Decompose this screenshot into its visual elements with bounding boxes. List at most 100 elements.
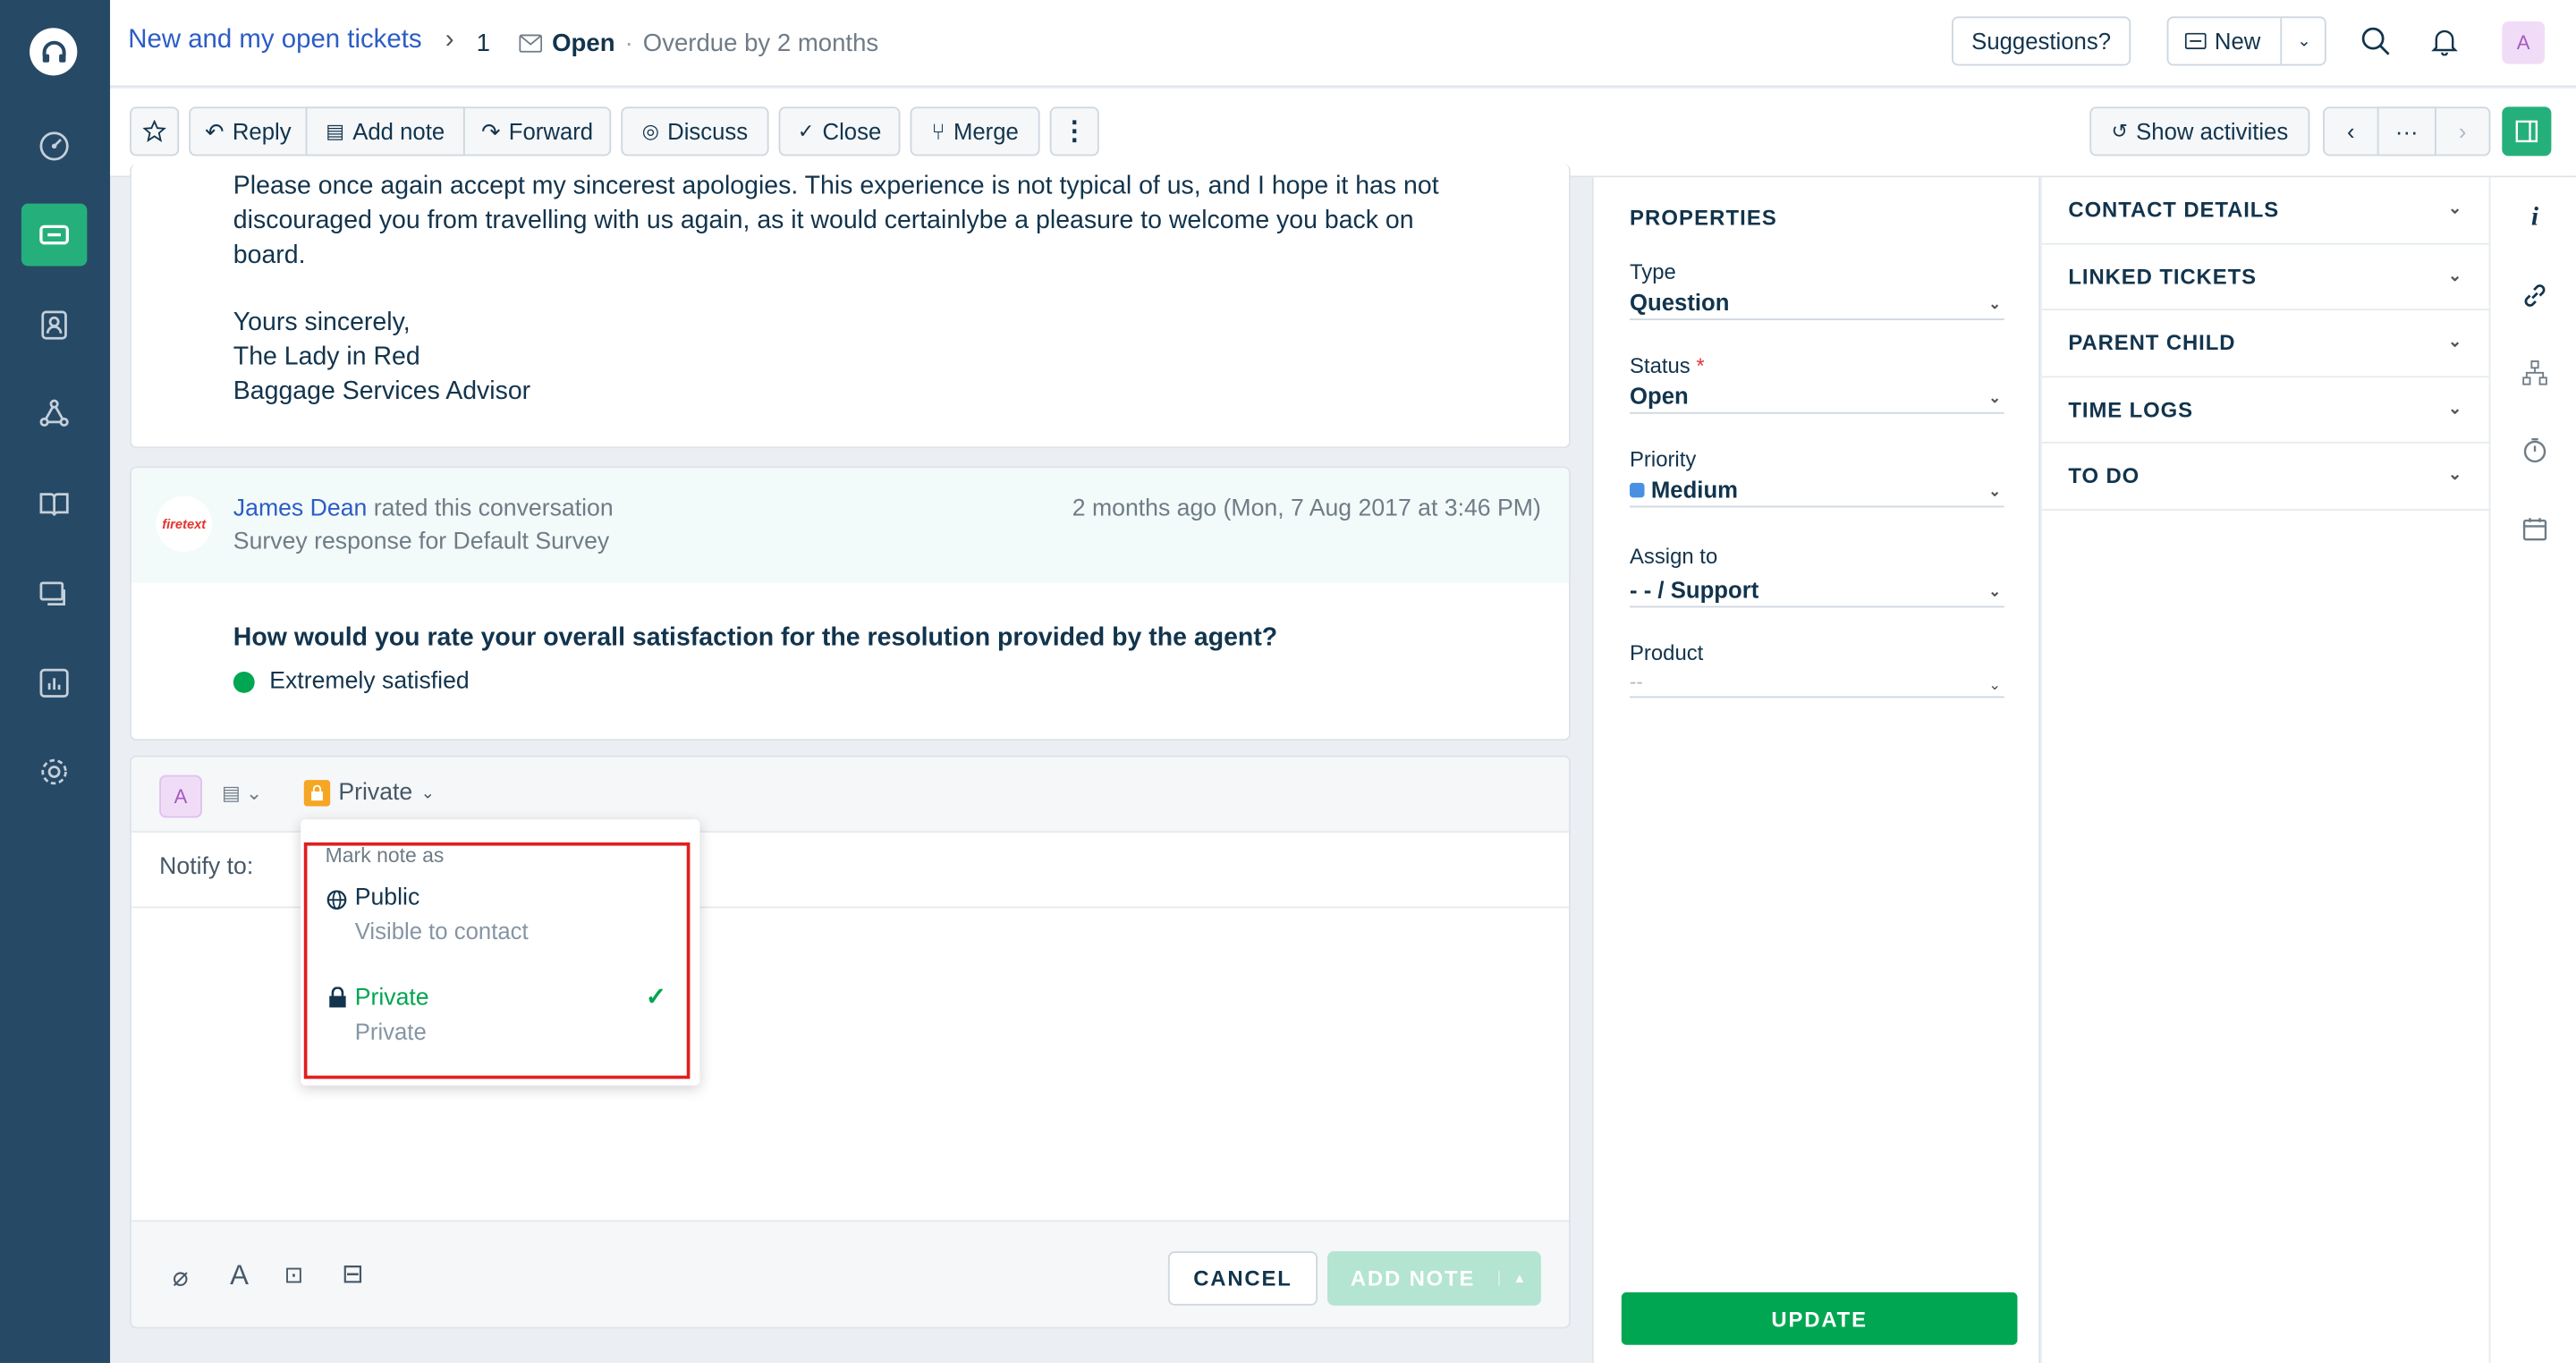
freshdesk-logo-icon[interactable] bbox=[30, 28, 78, 76]
timer-icon[interactable] bbox=[2517, 432, 2553, 468]
tickets-icon[interactable] bbox=[21, 203, 88, 267]
section-title: CONTACT DETAILS bbox=[2068, 197, 2280, 223]
breadcrumb-chevron-icon: › bbox=[445, 26, 454, 55]
overdue-text: Overdue by 2 months bbox=[642, 30, 879, 58]
close-label: Close bbox=[822, 118, 882, 145]
assign-value: - - / Support bbox=[1630, 576, 1759, 603]
section-time-logs[interactable]: TIME LOGS ⌄ bbox=[2042, 377, 2489, 444]
survey-answer-text: Extremely satisfied bbox=[269, 668, 470, 695]
product-select[interactable]: -- ⌄ bbox=[1630, 670, 2004, 698]
merge-button[interactable]: ⑂ Merge bbox=[910, 106, 1040, 157]
social-icon[interactable] bbox=[21, 383, 87, 445]
previous-ticket-button[interactable]: ‹ bbox=[2323, 106, 2379, 157]
product-label: Product bbox=[1630, 640, 1704, 665]
survey-subtitle: Survey response for Default Survey bbox=[233, 529, 610, 555]
type-select[interactable]: Question ⌄ bbox=[1630, 289, 2004, 321]
more-actions-button[interactable]: ⋮ bbox=[1049, 106, 1099, 157]
notifications-bell-icon[interactable] bbox=[2427, 23, 2462, 59]
chevron-left-icon: ‹ bbox=[2347, 118, 2355, 145]
hierarchy-icon[interactable] bbox=[2517, 355, 2553, 391]
section-contact-details[interactable]: CONTACT DETAILS ⌄ bbox=[2042, 177, 2489, 244]
show-activities-button[interactable]: ↺ Show activities bbox=[2089, 106, 2310, 157]
admin-gear-icon[interactable] bbox=[21, 741, 87, 803]
text-format-icon[interactable]: A bbox=[230, 1259, 249, 1292]
info-icon[interactable]: i bbox=[2517, 200, 2553, 236]
survey-answer: Extremely satisfied bbox=[233, 668, 470, 695]
survey-header bbox=[131, 468, 1570, 583]
section-linked-tickets[interactable]: LINKED TICKETS ⌄ bbox=[2042, 244, 2489, 311]
cancel-button[interactable]: CANCEL bbox=[1167, 1251, 1318, 1306]
left-navigation bbox=[0, 0, 111, 1363]
message-card: Please once again accept my sincerest ap… bbox=[130, 164, 1571, 449]
survey-author[interactable]: James Dean bbox=[233, 496, 368, 522]
close-button[interactable]: ✓ Close bbox=[778, 106, 901, 157]
history-icon: ↺ bbox=[2111, 120, 2128, 143]
assign-select[interactable]: - - / Support ⌄ bbox=[1630, 576, 2004, 608]
sidebar-toggle-icon bbox=[2515, 120, 2538, 143]
insert-image-icon[interactable]: ⊡ bbox=[284, 1261, 304, 1289]
chevron-down-icon: ⌄ bbox=[2447, 400, 2463, 419]
required-asterisk: * bbox=[1696, 352, 1705, 378]
add-note-button[interactable]: ▤ Add note bbox=[305, 106, 465, 157]
status-value: Open bbox=[1630, 382, 1689, 410]
forward-icon: ↷ bbox=[481, 117, 501, 144]
status-select[interactable]: Open ⌄ bbox=[1630, 383, 2004, 414]
merge-label: Merge bbox=[953, 118, 1019, 145]
next-ticket-button[interactable]: › bbox=[2434, 106, 2491, 157]
discuss-button[interactable]: ◎ Discuss bbox=[621, 106, 769, 157]
lock-badge-icon bbox=[303, 780, 331, 807]
ticket-number: 1 bbox=[476, 30, 490, 58]
survey-card: firetext James Dean rated this conversat… bbox=[130, 466, 1571, 741]
new-button[interactable]: New ⌄ bbox=[2166, 16, 2326, 66]
ticket-list-button[interactable]: ··· bbox=[2377, 106, 2436, 157]
priority-value: Medium bbox=[1650, 476, 1739, 503]
chevron-down-icon: ⌄ bbox=[1988, 295, 2002, 312]
status-label: Status * bbox=[1630, 353, 1705, 378]
search-icon[interactable] bbox=[2358, 23, 2394, 59]
section-title: LINKED TICKETS bbox=[2068, 264, 2257, 289]
chevron-down-icon: ⌄ bbox=[2447, 334, 2463, 352]
reply-button[interactable]: ↶ Reply bbox=[189, 106, 308, 157]
toggle-sidebar-button[interactable] bbox=[2502, 106, 2552, 157]
star-button[interactable] bbox=[130, 106, 180, 157]
message-body: Please once again accept my sincerest ap… bbox=[233, 169, 1547, 409]
forward-button[interactable]: ↷ Forward bbox=[462, 106, 612, 157]
contacts-icon[interactable] bbox=[21, 294, 87, 357]
attachment-icon[interactable]: ⌀ bbox=[173, 1261, 189, 1294]
caret-up-icon[interactable]: ▲ bbox=[1498, 1271, 1541, 1286]
section-parent-child[interactable]: PARENT CHILD ⌄ bbox=[2042, 310, 2489, 377]
forums-icon[interactable] bbox=[21, 563, 87, 626]
type-value: Question bbox=[1630, 289, 1730, 316]
chevron-down-icon: ⌄ bbox=[1988, 389, 2002, 406]
user-avatar[interactable]: A bbox=[2502, 21, 2546, 64]
survey-timestamp: 2 months ago (Mon, 7 Aug 2017 at 3:46 PM… bbox=[1072, 495, 1541, 522]
priority-label: Priority bbox=[1630, 446, 1697, 471]
solutions-book-icon[interactable] bbox=[21, 473, 87, 536]
agent-avatar: A bbox=[159, 775, 202, 818]
signature-line: Baggage Services Advisor bbox=[233, 377, 531, 406]
visibility-chevron-icon: ⌄ bbox=[420, 783, 435, 802]
visibility-toggle[interactable]: Private ⌄ bbox=[303, 780, 435, 807]
reply-icon: ↶ bbox=[205, 117, 225, 144]
calendar-icon[interactable] bbox=[2517, 511, 2553, 546]
solution-book-icon[interactable]: ⊟ bbox=[342, 1257, 364, 1291]
chevron-down-icon: ⌄ bbox=[1988, 582, 2002, 600]
priority-select[interactable]: Medium ⌄ bbox=[1630, 476, 2004, 508]
dashboard-icon[interactable] bbox=[21, 115, 87, 178]
more-vertical-icon: ⋮ bbox=[1061, 118, 1088, 147]
notify-label: Notify to: bbox=[159, 853, 254, 881]
add-note-submit-button[interactable]: ADD NOTE ▲ bbox=[1327, 1251, 1541, 1306]
check-circle-icon: ✓ bbox=[797, 120, 815, 143]
breadcrumb[interactable]: New and my open tickets bbox=[128, 26, 421, 55]
canned-template-icon[interactable]: ▤ ⌄ bbox=[222, 782, 262, 805]
update-button[interactable]: UPDATE bbox=[1621, 1292, 2018, 1345]
link-icon[interactable] bbox=[2517, 277, 2553, 313]
survey-question: How would you rate your overall satisfac… bbox=[233, 623, 1278, 652]
chevron-down-icon: ⌄ bbox=[1988, 482, 2002, 500]
reports-icon[interactable] bbox=[21, 652, 87, 715]
new-dropdown-chevron-icon[interactable]: ⌄ bbox=[2280, 18, 2326, 64]
section-to-do[interactable]: TO DO ⌄ bbox=[2042, 444, 2489, 511]
suggestions-button[interactable]: Suggestions? bbox=[1951, 16, 2131, 66]
survey-action: rated this conversation bbox=[373, 495, 614, 522]
signature-line: Yours sincerely, bbox=[233, 309, 411, 337]
